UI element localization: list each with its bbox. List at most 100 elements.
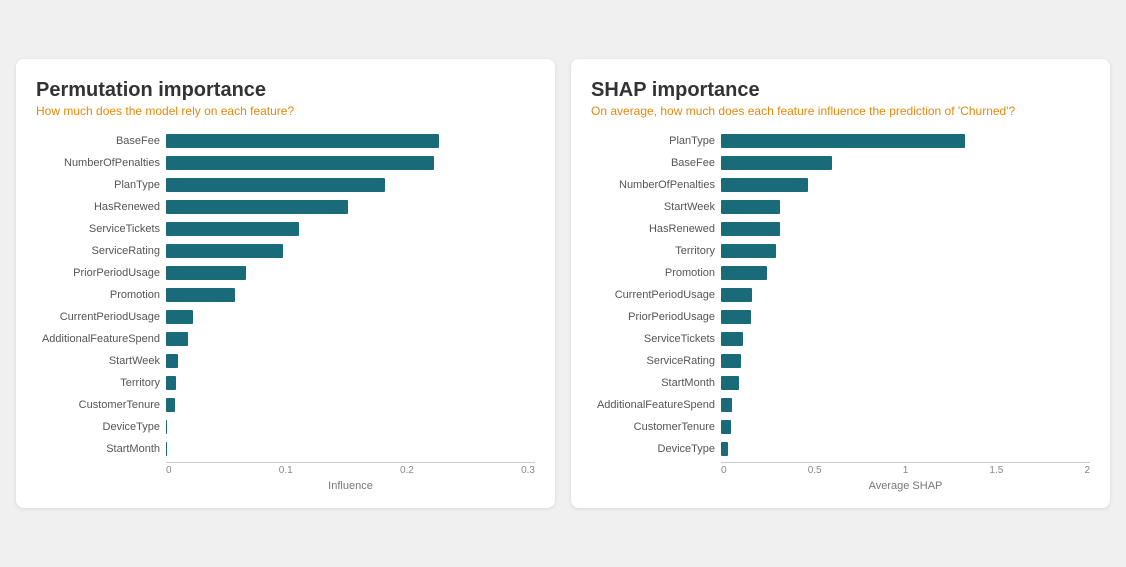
bar-track: [166, 134, 535, 148]
bar-row: StartWeek: [36, 352, 535, 370]
bar-row: CustomerTenure: [36, 396, 535, 414]
axis-tick-label: 0.3: [521, 465, 535, 476]
bar-fill: [721, 266, 767, 280]
bar-row: Promotion: [591, 264, 1090, 282]
bar-row: StartMonth: [36, 440, 535, 458]
bar-fill: [721, 420, 731, 434]
permutation-chart-area: BaseFee NumberOfPenalties PlanType HasRenew…: [36, 132, 535, 492]
bar-fill: [721, 288, 752, 302]
axis-tick-label: 0: [721, 465, 727, 476]
bar-track: [721, 178, 1090, 192]
bar-row: NumberOfPenalties: [591, 176, 1090, 194]
permutation-bars: BaseFee NumberOfPenalties PlanType HasRenew…: [36, 132, 535, 458]
bar-track: [166, 178, 535, 192]
bar-track: [721, 244, 1090, 258]
bar-track: [721, 332, 1090, 346]
bar-label: Territory: [36, 377, 166, 389]
bar-label: DeviceType: [36, 421, 166, 433]
axis-tick-label: 1.5: [989, 465, 1003, 476]
permutation-title-bold: importance: [158, 79, 266, 101]
bar-fill: [166, 398, 175, 412]
bar-row: PlanType: [36, 176, 535, 194]
shap-x-ticks: 00.511.52: [721, 465, 1090, 476]
bar-fill: [166, 288, 235, 302]
bar-track: [721, 310, 1090, 324]
bar-track: [166, 244, 535, 258]
bar-track: [721, 134, 1090, 148]
bar-row: Promotion: [36, 286, 535, 304]
bar-label: StartMonth: [591, 377, 721, 389]
bar-label: BaseFee: [36, 135, 166, 147]
bar-fill: [166, 178, 385, 192]
bar-row: BaseFee: [36, 132, 535, 150]
bar-row: StartWeek: [591, 198, 1090, 216]
bar-label: Promotion: [591, 267, 721, 279]
bar-label: ServiceRating: [36, 245, 166, 257]
bar-row: NumberOfPenalties: [36, 154, 535, 172]
bar-fill: [166, 354, 178, 368]
bar-track: [721, 200, 1090, 214]
bar-track: [166, 332, 535, 346]
bar-fill: [721, 376, 739, 390]
bar-track: [721, 420, 1090, 434]
bar-label: NumberOfPenalties: [36, 157, 166, 169]
bar-fill: [166, 442, 167, 456]
bar-label: PlanType: [36, 179, 166, 191]
bar-fill: [721, 332, 743, 346]
bar-row: HasRenewed: [36, 198, 535, 216]
bar-fill: [721, 442, 728, 456]
bar-row: CustomerTenure: [591, 418, 1090, 436]
bar-fill: [166, 266, 246, 280]
bar-row: BaseFee: [591, 154, 1090, 172]
bar-row: PriorPeriodUsage: [36, 264, 535, 282]
bar-label: NumberOfPenalties: [591, 179, 721, 191]
bar-fill: [166, 376, 176, 390]
bar-row: Territory: [591, 242, 1090, 260]
bar-label: AdditionalFeatureSpend: [36, 333, 166, 345]
axis-tick-label: 0.5: [808, 465, 822, 476]
bar-label: CurrentPeriodUsage: [36, 311, 166, 323]
bar-track: [721, 156, 1090, 170]
bar-fill: [721, 398, 732, 412]
axis-tick-label: 0.2: [400, 465, 414, 476]
axis-tick-label: 0.1: [279, 465, 293, 476]
permutation-x-label: Influence: [166, 480, 535, 492]
bar-label: StartMonth: [36, 443, 166, 455]
bar-label: PlanType: [591, 135, 721, 147]
bar-fill: [721, 134, 965, 148]
bar-label: HasRenewed: [36, 201, 166, 213]
shap-title: SHAP importance: [591, 79, 1090, 102]
bar-label: Territory: [591, 245, 721, 257]
bar-label: HasRenewed: [591, 223, 721, 235]
bar-fill: [166, 310, 193, 324]
bar-label: ServiceTickets: [591, 333, 721, 345]
shap-bars: PlanType BaseFee NumberOfPenalties StartWee…: [591, 132, 1090, 458]
shap-subtitle: On average, how much does each feature i…: [591, 104, 1090, 118]
permutation-axis: 00.10.20.3 Influence: [166, 462, 535, 492]
bar-track: [721, 376, 1090, 390]
bar-label: BaseFee: [591, 157, 721, 169]
bar-row: CurrentPeriodUsage: [591, 286, 1090, 304]
bar-track: [166, 266, 535, 280]
shap-chart-area: PlanType BaseFee NumberOfPenalties StartWee…: [591, 132, 1090, 492]
bar-track: [166, 288, 535, 302]
bar-label: StartWeek: [591, 201, 721, 213]
bar-fill: [166, 134, 439, 148]
shap-x-label: Average SHAP: [721, 480, 1090, 492]
bar-label: ServiceTickets: [36, 223, 166, 235]
bar-track: [166, 420, 535, 434]
permutation-x-ticks: 00.10.20.3: [166, 465, 535, 476]
bar-fill: [166, 222, 299, 236]
bar-fill: [721, 222, 780, 236]
bar-row: PriorPeriodUsage: [591, 308, 1090, 326]
bar-label: PriorPeriodUsage: [591, 311, 721, 323]
bar-label: CurrentPeriodUsage: [591, 289, 721, 301]
bar-row: AdditionalFeatureSpend: [591, 396, 1090, 414]
bar-row: ServiceTickets: [36, 220, 535, 238]
bar-track: [166, 398, 535, 412]
shap-title-plain: SHAP: [591, 79, 652, 101]
bar-fill: [166, 332, 188, 346]
bar-track: [166, 442, 535, 456]
bar-track: [721, 354, 1090, 368]
bar-label: AdditionalFeatureSpend: [591, 399, 721, 411]
